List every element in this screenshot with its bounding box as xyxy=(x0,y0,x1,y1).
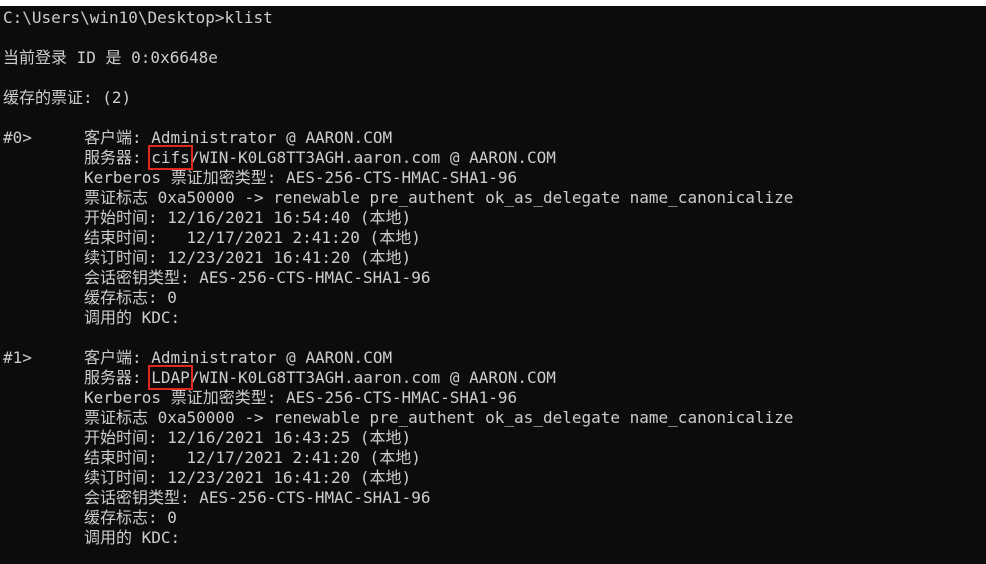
server-label: 服务器: xyxy=(84,148,152,167)
ticket-session-key: 会话密钥类型: AES-256-CTS-HMAC-SHA1-96 xyxy=(84,488,431,507)
cached-tickets-line: 缓存的票证: (2) xyxy=(3,88,132,107)
prompt-line: C:\Users\win10\Desktop>klist xyxy=(3,8,273,27)
console-window[interactable]: C:\Users\win10\Desktop>klist 当前登录 ID 是 0… xyxy=(0,6,986,564)
ticket-renew-time: 续订时间: 12/23/2021 16:41:20 (本地) xyxy=(84,468,412,487)
ticket-start-time: 开始时间: 12/16/2021 16:54:40 (本地) xyxy=(84,208,412,227)
ticket-end-time: 结束时间: 12/17/2021 2:41:20 (本地) xyxy=(84,228,421,247)
ticket-kdc: 调用的 KDC: xyxy=(84,308,181,327)
ticket-enc-type: Kerberos 票证加密类型: AES-256-CTS-HMAC-SHA1-9… xyxy=(84,388,518,407)
ticket-session-key: 会话密钥类型: AES-256-CTS-HMAC-SHA1-96 xyxy=(84,268,431,287)
logon-id-line: 当前登录 ID 是 0:0x6648e xyxy=(3,48,218,67)
server-label: 服务器: xyxy=(84,368,152,387)
ticket-client: 客户端: Administrator @ AARON.COM xyxy=(84,128,393,147)
ticket-start-time: 开始时间: 12/16/2021 16:43:25 (本地) xyxy=(84,428,412,447)
server-service-highlight: LDAP xyxy=(148,365,193,390)
ticket-kdc: 调用的 KDC: xyxy=(84,528,181,547)
ticket-enc-type: Kerberos 票证加密类型: AES-256-CTS-HMAC-SHA1-9… xyxy=(84,168,518,187)
ticket-client: 客户端: Administrator @ AARON.COM xyxy=(84,348,393,367)
ticket-server: 服务器: cifs/WIN-K0LG8TT3AGH.aaron.com @ AA… xyxy=(84,145,556,170)
server-service-highlight: cifs xyxy=(148,145,193,170)
ticket-cache-flags: 缓存标志: 0 xyxy=(84,508,177,527)
server-host: /WIN-K0LG8TT3AGH.aaron.com @ AARON.COM xyxy=(189,368,556,387)
server-host: /WIN-K0LG8TT3AGH.aaron.com @ AARON.COM xyxy=(189,148,556,167)
ticket-renew-time: 续订时间: 12/23/2021 16:41:20 (本地) xyxy=(84,248,412,267)
ticket-server: 服务器: LDAP/WIN-K0LG8TT3AGH.aaron.com @ AA… xyxy=(84,365,556,390)
ticket-cache-flags: 缓存标志: 0 xyxy=(84,288,177,307)
ticket-index: #1> xyxy=(3,348,32,367)
ticket-index: #0> xyxy=(3,128,32,147)
ticket-flags: 票证标志 0xa50000 -> renewable pre_authent o… xyxy=(84,188,794,207)
ticket-end-time: 结束时间: 12/17/2021 2:41:20 (本地) xyxy=(84,448,421,467)
ticket-flags: 票证标志 0xa50000 -> renewable pre_authent o… xyxy=(84,408,794,427)
